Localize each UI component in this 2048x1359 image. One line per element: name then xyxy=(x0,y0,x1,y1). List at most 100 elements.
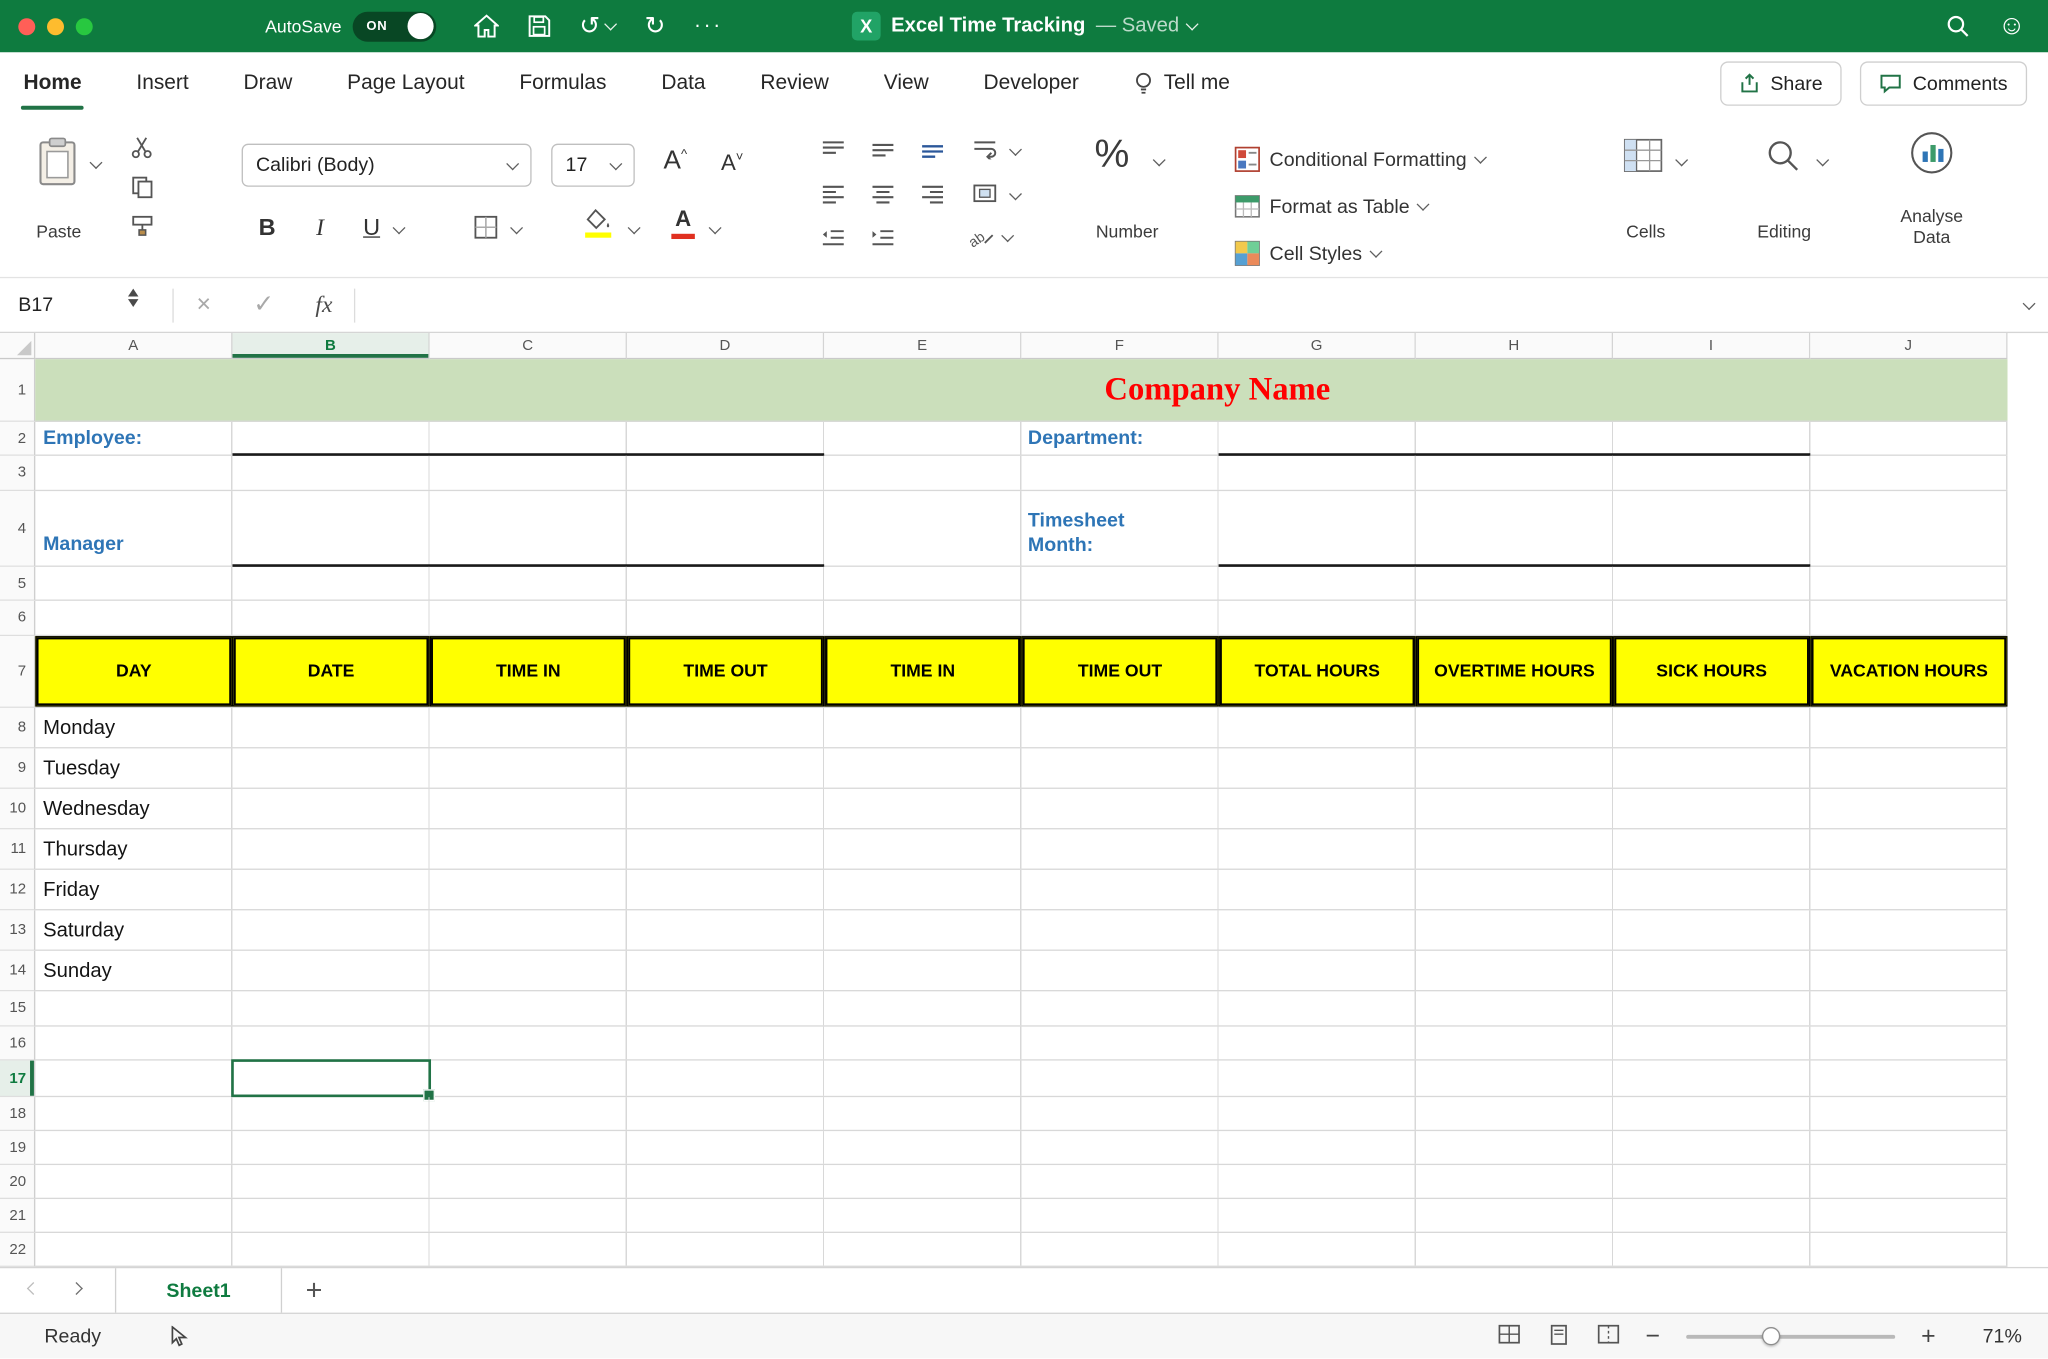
tab-home[interactable]: Home xyxy=(24,52,82,115)
save-icon[interactable] xyxy=(513,0,565,52)
conditional-formatting-button[interactable]: Conditional Formatting xyxy=(1234,146,1485,172)
editing-button[interactable] xyxy=(1766,138,1800,172)
editing-chevron-icon[interactable] xyxy=(1818,159,1827,164)
tab-page-layout[interactable]: Page Layout xyxy=(347,52,464,115)
row-cells-18[interactable] xyxy=(35,1097,2007,1131)
column-header-d[interactable]: D xyxy=(627,333,824,359)
column-header-i[interactable]: I xyxy=(1613,333,1810,359)
sheet-row-16[interactable]: 16 xyxy=(0,1027,2008,1061)
row-cells-11[interactable]: Thursday xyxy=(35,829,2007,869)
header-cell-time-out-2[interactable]: TIME OUT xyxy=(1021,636,1218,707)
row-header-4[interactable]: 4 xyxy=(0,491,35,567)
row-header-9[interactable]: 9 xyxy=(0,748,35,788)
grow-font-button[interactable]: A^ xyxy=(664,146,688,176)
align-middle-button[interactable] xyxy=(870,138,896,159)
sheet-row-12[interactable]: 12 Friday xyxy=(0,870,2008,910)
column-header-b[interactable]: B xyxy=(232,333,429,359)
close-window-button[interactable] xyxy=(18,18,35,35)
row-cells-19[interactable] xyxy=(35,1131,2007,1165)
zoom-in-button[interactable]: + xyxy=(1921,1322,1936,1351)
zoom-out-button[interactable]: − xyxy=(1645,1322,1660,1351)
worksheet-grid[interactable]: A B C D E F G H I J 1 Company Name 2 Emp… xyxy=(0,333,2008,1267)
align-bottom-button[interactable] xyxy=(920,138,946,159)
tab-review[interactable]: Review xyxy=(760,52,829,115)
row-cells-12[interactable]: Friday xyxy=(35,870,2007,910)
row-cells-3[interactable] xyxy=(35,456,2007,491)
row-header-19[interactable]: 19 xyxy=(0,1131,35,1165)
tab-developer[interactable]: Developer xyxy=(984,52,1079,115)
cut-button[interactable] xyxy=(131,136,155,160)
formula-input[interactable] xyxy=(355,278,2009,333)
row-header-8[interactable]: 8 xyxy=(0,708,35,748)
row-header-6[interactable]: 6 xyxy=(0,601,35,636)
undo-button[interactable]: ↺ xyxy=(565,0,630,52)
feedback-smiley-icon[interactable]: ☺ xyxy=(1983,0,2040,52)
row-header-13[interactable]: 13 xyxy=(0,910,35,950)
cells-chevron-icon[interactable] xyxy=(1677,159,1686,164)
paste-menu-chevron-icon[interactable] xyxy=(91,162,100,167)
row-header-22[interactable]: 22 xyxy=(0,1233,35,1267)
timesheet-header-row[interactable]: DAY DATE TIME IN TIME OUT TIME IN TIME O… xyxy=(35,636,2007,708)
row-cells-10[interactable]: Wednesday xyxy=(35,789,2007,829)
sheet-row-13[interactable]: 13 Saturday xyxy=(0,910,2008,950)
cancel-entry-button[interactable]: × xyxy=(174,291,234,320)
column-header-f[interactable]: F xyxy=(1021,333,1218,359)
row-header-20[interactable]: 20 xyxy=(0,1165,35,1199)
wrap-text-button[interactable] xyxy=(972,138,998,159)
expand-formula-bar-button[interactable] xyxy=(2009,302,2048,307)
merge-center-chevron-icon[interactable] xyxy=(1011,193,1020,198)
italic-button[interactable]: I xyxy=(316,214,324,241)
align-center-button[interactable] xyxy=(870,183,896,204)
row-cells-17[interactable] xyxy=(35,1061,2007,1098)
tab-insert[interactable]: Insert xyxy=(136,52,188,115)
save-status[interactable]: — Saved xyxy=(1096,14,1196,38)
fill-color-button[interactable] xyxy=(585,209,611,238)
row-cells-2[interactable]: Employee: Department: xyxy=(35,422,2007,456)
font-color-chevron-icon[interactable] xyxy=(711,227,720,232)
cells-button[interactable] xyxy=(1624,138,1663,172)
underline-button[interactable]: U xyxy=(363,214,380,241)
row-cells-16[interactable] xyxy=(35,1027,2007,1061)
tab-data[interactable]: Data xyxy=(661,52,705,115)
percent-style-button[interactable]: % xyxy=(1095,133,1130,177)
row-cells-9[interactable]: Tuesday xyxy=(35,748,2007,788)
sheet-row-5[interactable]: 5 xyxy=(0,567,2008,601)
row-header-14[interactable]: 14 xyxy=(0,951,35,991)
decrease-indent-button[interactable] xyxy=(820,227,846,248)
font-size-select[interactable]: 17 xyxy=(551,144,635,187)
sheet-row-19[interactable]: 19 xyxy=(0,1131,2008,1165)
copy-button[interactable] xyxy=(131,175,155,199)
row-cells-14[interactable]: Sunday xyxy=(35,951,2007,991)
enter-entry-button[interactable]: ✓ xyxy=(234,290,294,320)
zoom-slider-thumb[interactable] xyxy=(1762,1327,1780,1345)
row-header-2[interactable]: 2 xyxy=(0,422,35,456)
sheet-row-21[interactable]: 21 xyxy=(0,1199,2008,1233)
name-box-spinner[interactable] xyxy=(128,288,138,306)
sheet-row-18[interactable]: 18 xyxy=(0,1097,2008,1131)
merge-center-button[interactable] xyxy=(972,183,998,204)
header-cell-time-in-2[interactable]: TIME IN xyxy=(824,636,1021,707)
share-button[interactable]: Share xyxy=(1721,61,1843,105)
sheet-row-10[interactable]: 10 Wednesday xyxy=(0,789,2008,829)
previous-sheet-button[interactable] xyxy=(0,1288,38,1293)
undo-menu-chevron-icon[interactable] xyxy=(605,18,618,31)
header-cell-day[interactable]: DAY xyxy=(35,636,232,707)
row-header-11[interactable]: 11 xyxy=(0,829,35,869)
name-box[interactable]: B17 xyxy=(0,278,172,333)
header-cell-date[interactable]: DATE xyxy=(232,636,429,707)
more-commands-button[interactable]: ··· xyxy=(680,0,737,52)
sheet-row-15[interactable]: 15 xyxy=(0,991,2008,1026)
row-header-15[interactable]: 15 xyxy=(0,991,35,1026)
page-layout-view-button[interactable] xyxy=(1549,1324,1569,1350)
analyse-data-button[interactable] xyxy=(1910,131,1954,175)
row-header-7[interactable]: 7 xyxy=(0,636,35,708)
tab-formulas[interactable]: Formulas xyxy=(519,52,606,115)
row-cells-20[interactable] xyxy=(35,1165,2007,1199)
tab-view[interactable]: View xyxy=(884,52,929,115)
zoom-slider[interactable] xyxy=(1686,1335,1895,1339)
align-left-button[interactable] xyxy=(820,183,846,204)
row-header-17[interactable]: 17 xyxy=(0,1061,35,1098)
row-cells-13[interactable]: Saturday xyxy=(35,910,2007,950)
row-header-1[interactable]: 1 xyxy=(0,359,35,422)
orientation-button[interactable]: ab xyxy=(967,225,996,249)
